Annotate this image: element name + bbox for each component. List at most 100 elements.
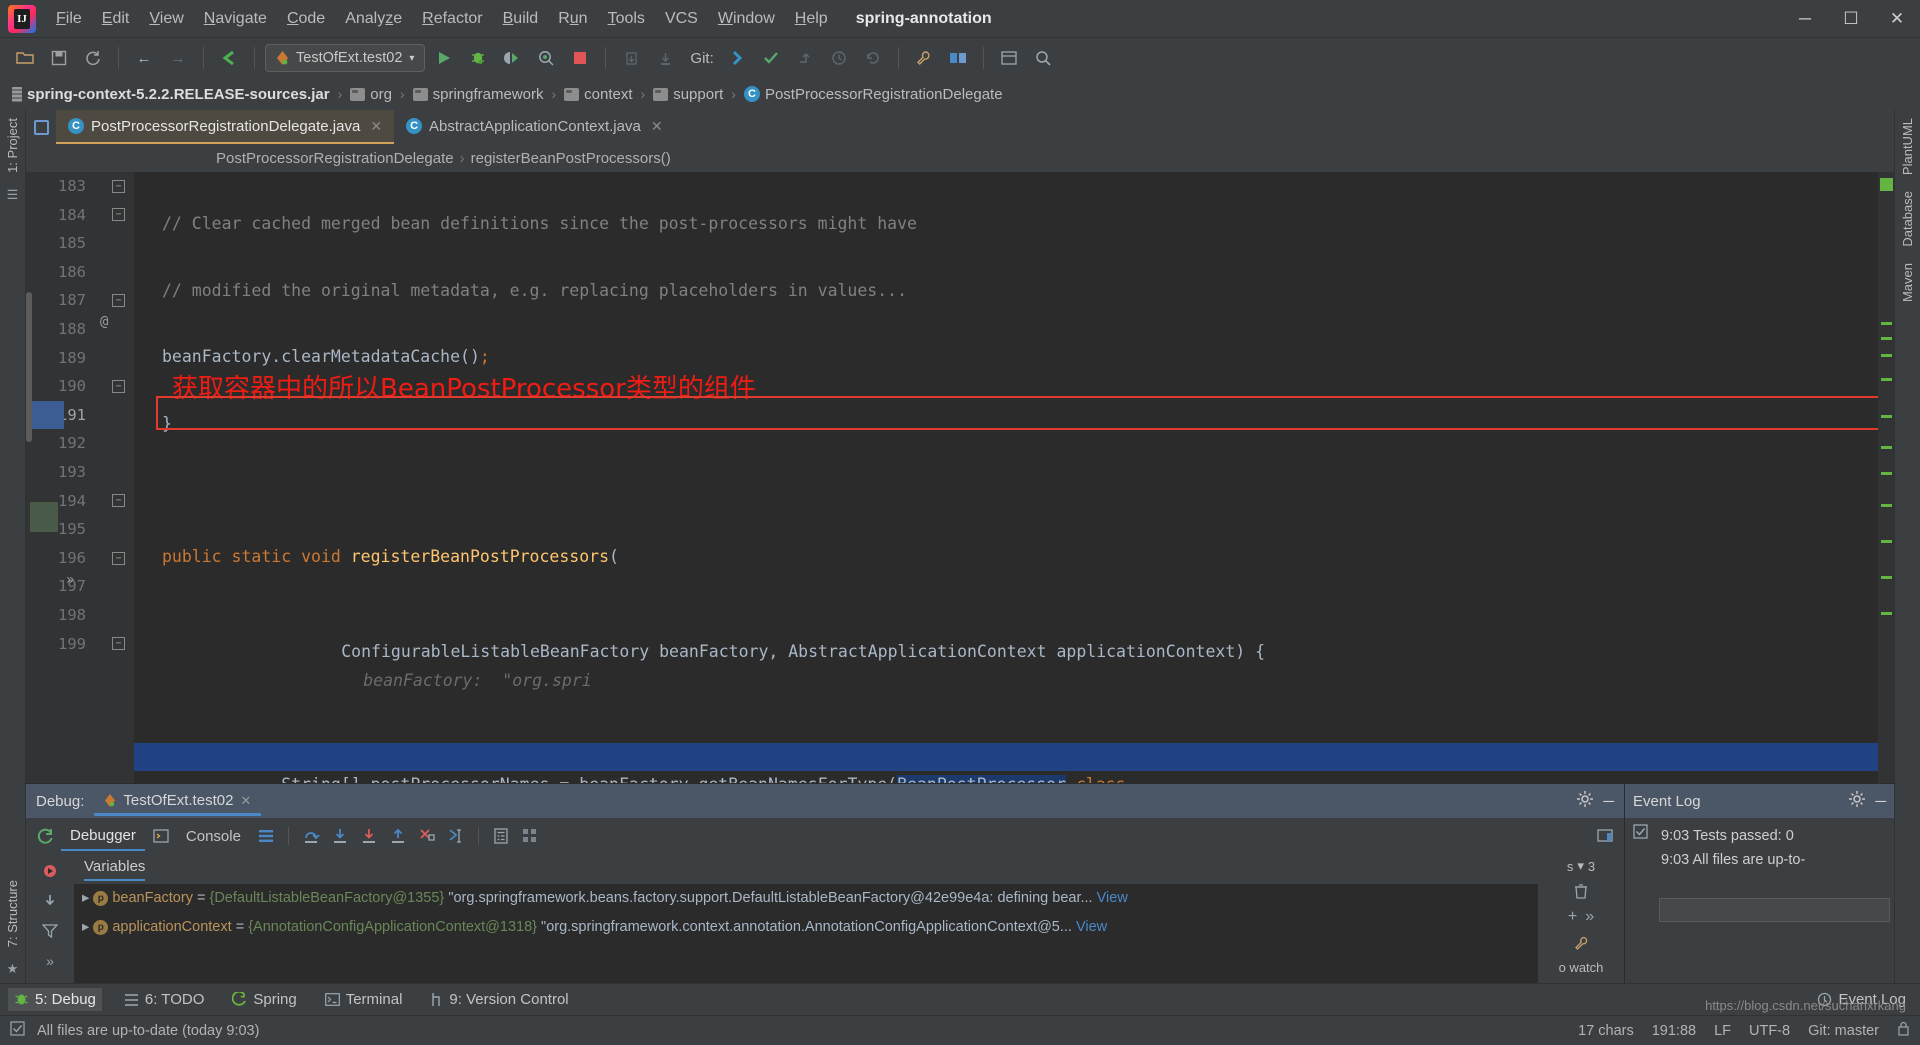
more-watches-icon[interactable]: » — [1585, 908, 1594, 926]
editor-tab-postprocessorregistrationdelegate[interactable]: C PostProcessorRegistrationDelegate.java… — [56, 110, 395, 144]
search-everywhere-icon[interactable] — [1028, 44, 1058, 72]
variable-row-applicationcontext[interactable]: ▸ p applicationContext = {AnnotationConf… — [74, 913, 1538, 942]
step-out-icon[interactable] — [385, 823, 411, 849]
minimize-icon[interactable]: ─ — [1603, 793, 1614, 810]
tool-tab-maven[interactable]: Maven — [1897, 255, 1918, 310]
evaluate-expression-icon[interactable] — [488, 823, 514, 849]
event-log-messages[interactable]: 9:03 Tests passed: 0 9:03 All files are … — [1655, 818, 1894, 983]
expand-marker[interactable]: » — [66, 572, 74, 588]
menu-item-build[interactable]: Build — [493, 6, 549, 32]
change-marker[interactable] — [1881, 354, 1892, 357]
fold-marker[interactable]: − — [112, 208, 125, 221]
inspection-ok-icon[interactable] — [1880, 178, 1893, 191]
tool-window-spring[interactable]: Spring — [226, 988, 302, 1011]
fold-marker[interactable]: − — [112, 637, 125, 650]
drop-frame-icon[interactable] — [414, 823, 440, 849]
close-icon[interactable]: ✕ — [651, 118, 663, 135]
rerun-icon[interactable] — [32, 823, 58, 849]
menu-item-run[interactable]: Run — [548, 6, 597, 32]
fold-marker[interactable]: − — [112, 294, 125, 307]
gear-icon[interactable] — [1577, 791, 1594, 811]
spring-toolbar-icon[interactable] — [943, 44, 973, 72]
step-over-icon[interactable] — [298, 823, 324, 849]
navigate-forward-icon[interactable]: → — [163, 44, 193, 72]
step-into-icon[interactable] — [327, 823, 353, 849]
sync-icon[interactable] — [78, 44, 108, 72]
console-icon[interactable] — [148, 823, 174, 849]
editor-tab-abstractapplicationcontext[interactable]: C AbstractApplicationContext.java ✕ — [394, 110, 675, 144]
force-step-into-icon[interactable] — [356, 823, 382, 849]
stop-button[interactable] — [565, 44, 595, 72]
change-marker[interactable] — [1881, 540, 1892, 543]
tool-tab-structure[interactable]: 7: Structure — [2, 872, 23, 955]
resume-program-icon[interactable] — [37, 858, 63, 884]
breadcrumb-item-class[interactable]: C PostProcessorRegistrationDelegate — [740, 84, 1007, 105]
breadcrumb-item-context[interactable]: context — [560, 84, 636, 105]
folder-strip-icon[interactable]: ☰ — [7, 187, 19, 203]
change-marker[interactable] — [1881, 337, 1892, 340]
debug-session-tab[interactable]: TestOfExt.test02 ✕ — [94, 786, 262, 816]
change-marker[interactable] — [1881, 612, 1892, 615]
fold-marker[interactable]: − — [112, 552, 125, 565]
status-inspection-icon[interactable] — [10, 1021, 25, 1040]
tab-console[interactable]: Console — [177, 823, 250, 850]
fold-marker[interactable]: − — [112, 494, 125, 507]
minimize-button[interactable]: ─ — [1782, 0, 1828, 38]
commit-icon[interactable] — [650, 44, 680, 72]
status-branch[interactable]: Git: master — [1808, 1023, 1879, 1039]
chevron-down-icon[interactable]: ▾ — [1577, 858, 1584, 874]
menu-item-navigate[interactable]: Navigate — [194, 6, 277, 32]
debug-button[interactable] — [463, 44, 493, 72]
favorites-strip-icon[interactable]: ★ — [7, 961, 19, 977]
navigate-back-icon[interactable]: ← — [129, 44, 159, 72]
watch-wrench-icon[interactable] — [1568, 930, 1594, 956]
fold-marker[interactable]: − — [112, 380, 125, 393]
status-line-separator[interactable]: LF — [1714, 1023, 1731, 1039]
run-to-cursor-icon[interactable] — [443, 823, 469, 849]
vcs-history-icon[interactable] — [824, 44, 854, 72]
editor-gutter[interactable]: 183 184 185 186 187 188 189 190 191 192 … — [26, 172, 134, 783]
wrench-icon[interactable] — [909, 44, 939, 72]
tool-tab-plantuml[interactable]: PlantUML — [1897, 110, 1918, 183]
vcs-push-icon[interactable] — [790, 44, 820, 72]
step-down-icon[interactable] — [37, 888, 63, 914]
editor-scrollbar-thumb[interactable] — [26, 292, 32, 442]
last-edit-location-icon[interactable] — [214, 44, 244, 72]
editor-marker-bar[interactable] — [1878, 172, 1894, 783]
view-link[interactable]: View — [1097, 890, 1128, 906]
update-project-icon[interactable] — [616, 44, 646, 72]
menu-item-refactor[interactable]: Refactor — [412, 6, 492, 32]
tool-window-version-control[interactable]: 9: Version Control — [424, 988, 574, 1011]
minimize-icon[interactable]: ─ — [1875, 793, 1886, 810]
expand-frames-icon[interactable]: » — [37, 948, 63, 974]
chevron-down-icon[interactable]: ▾ — [409, 53, 414, 64]
breadcrumb-item-support[interactable]: support — [649, 84, 727, 105]
tab-debugger[interactable]: Debugger — [61, 822, 145, 851]
menu-item-window[interactable]: Window — [708, 6, 785, 32]
file-preview-icon[interactable] — [33, 119, 49, 135]
variable-row-beanfactory[interactable]: ▸ p beanFactory = {DefaultListableBeanFa… — [74, 884, 1538, 913]
filter-icon[interactable] — [37, 918, 63, 944]
status-caret-position[interactable]: 191:88 — [1652, 1023, 1696, 1039]
close-icon[interactable]: ✕ — [370, 118, 382, 135]
change-marker[interactable] — [1881, 446, 1892, 449]
tool-window-debug[interactable]: 5: Debug — [8, 988, 102, 1011]
save-icon[interactable] — [44, 44, 74, 72]
run-with-coverage-button[interactable] — [497, 44, 527, 72]
tool-window-todo[interactable]: 6: TODO — [118, 988, 210, 1011]
checkbox-icon[interactable] — [1632, 824, 1648, 843]
change-marker[interactable] — [1881, 472, 1892, 475]
vcs-update-icon[interactable] — [722, 44, 752, 72]
menu-item-analyze[interactable]: Analyze — [335, 6, 412, 32]
vcs-revert-icon[interactable] — [858, 44, 888, 72]
breadcrumb-item-org[interactable]: org — [346, 84, 396, 105]
menu-item-vcs[interactable]: VCS — [655, 6, 708, 32]
maximize-button[interactable]: ☐ — [1828, 0, 1874, 38]
editor-breadcrumb-method[interactable]: registerBeanPostProcessors() — [471, 150, 671, 167]
gear-icon[interactable] — [1849, 791, 1866, 811]
menu-item-view[interactable]: View — [139, 6, 193, 32]
tool-tab-database[interactable]: Database — [1897, 183, 1918, 255]
fold-marker[interactable]: − — [112, 180, 125, 193]
change-marker[interactable] — [1881, 415, 1892, 418]
lock-icon[interactable] — [1897, 1021, 1910, 1040]
